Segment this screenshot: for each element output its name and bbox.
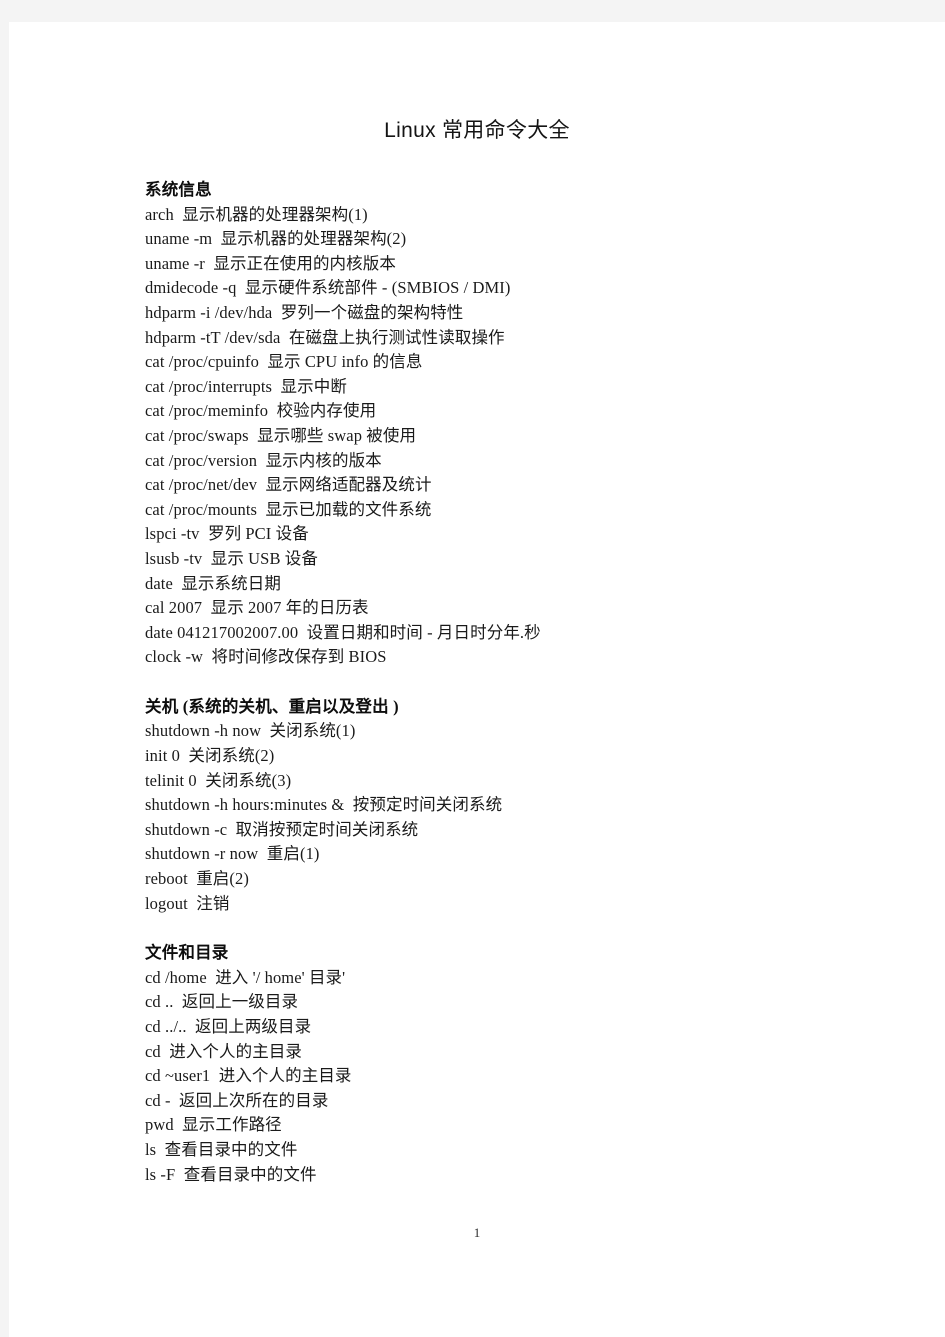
command-line: ls -F 查看目录中的文件 [145,1164,317,1184]
section-system-info: 系统信息 arch 显示机器的处理器架构(1) uname -m 显示机器的处理… [145,178,885,670]
command-line: lspci -tv 罗列 PCI 设备 [145,524,309,544]
command-line: hdparm -i /dev/hda 罗列一个磁盘的架构特性 [145,302,464,322]
command-line: clock -w 将时间修改保存到 BIOS [145,647,387,667]
document-body: 系统信息 arch 显示机器的处理器架构(1) uname -m 显示机器的处理… [9,144,945,1187]
command-line: cat /proc/version 显示内核的版本 [145,450,382,470]
document-page: Linux 常用命令大全 系统信息 arch 显示机器的处理器架构(1) una… [9,22,945,1337]
command-line: pwd 显示工作路径 [145,1115,282,1135]
command-line: telinit 0 关闭系统(3) [145,770,292,790]
command-line: reboot 重启(2) [145,869,249,889]
section-heading: 系统信息 [145,180,212,199]
command-line: date 显示系统日期 [145,573,281,593]
command-line: uname -m 显示机器的处理器架构(2) [145,229,407,249]
section-heading: 关机 (系统的关机、重启以及登出 ) [145,696,399,716]
command-line: uname -r 显示正在使用的内核版本 [145,253,396,273]
command-line: dmidecode -q 显示硬件系统部件 - (SMBIOS / DMI) [145,278,511,298]
command-line: cat /proc/cpuinfo 显示 CPU info 的信息 [145,352,423,372]
section-files-and-directories: 文件和目录 cd /home 进入 '/ home' 目录' cd .. 返回上… [145,941,885,1187]
section-shutdown: 关机 (系统的关机、重启以及登出 ) shutdown -h now 关闭系统(… [145,695,885,916]
command-line: cd ../.. 返回上两级目录 [145,1017,312,1036]
command-line: cd .. 返回上一级目录 [145,992,299,1012]
command-line: cd - 返回上次所在的目录 [145,1090,329,1110]
command-line: cat /proc/swaps 显示哪些 swap 被使用 [145,425,417,445]
command-line: logout 注销 [145,893,230,913]
section-divider [145,916,885,941]
section-divider [145,670,885,695]
command-line: shutdown -h hours:minutes & 按预定时间关闭系统 [145,795,503,815]
command-line: date 041217002007.00 设置日期和时间 - 月日时分年.秒 [145,622,541,642]
command-line: cat /proc/mounts 显示已加载的文件系统 [145,499,432,519]
command-line: shutdown -h now 关闭系统(1) [145,721,356,741]
command-line: arch 显示机器的处理器架构(1) [145,204,368,224]
command-line: lsusb -tv 显示 USB 设备 [145,548,318,568]
command-line: cat /proc/meminfo 校验内存使用 [145,401,377,421]
command-line: cd ~user1 进入个人的主目录 [145,1066,352,1086]
section-heading: 文件和目录 [145,943,229,963]
command-line: shutdown -c 取消按预定时间关闭系统 [145,819,419,839]
command-line: init 0 关闭系统(2) [145,746,275,766]
command-line: hdparm -tT /dev/sda 在磁盘上执行测试性读取操作 [145,327,505,347]
command-line: cal 2007 显示 2007 年的日历表 [145,598,369,618]
command-line: ls 查看目录中的文件 [145,1139,298,1159]
page-number: 1 [473,1225,481,1240]
page-title: Linux 常用命令大全 [384,119,570,142]
command-line: cd /home 进入 '/ home' 目录' [145,967,346,987]
command-line: cat /proc/net/dev 显示网络适配器及统计 [145,475,432,495]
command-line: cd 进入个人的主目录 [145,1041,303,1061]
command-line: shutdown -r now 重启(1) [145,844,320,864]
command-line: cat /proc/interrupts 显示中断 [145,376,347,396]
